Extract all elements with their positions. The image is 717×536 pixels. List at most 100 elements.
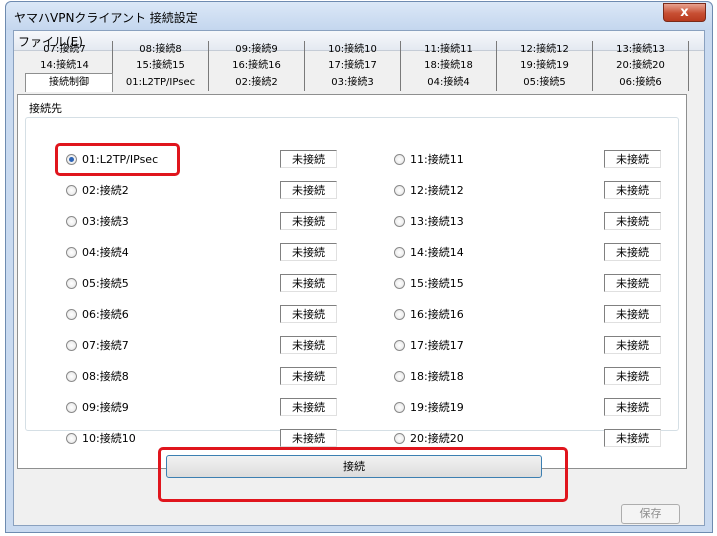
connection-label: 08:接続8 [82, 370, 129, 383]
tab-08[interactable]: 08:接続8 [113, 41, 209, 58]
connection-option[interactable]: 19:接続19 [394, 399, 464, 415]
radio-button[interactable] [66, 339, 77, 351]
connection-status: 未接続 [604, 398, 661, 416]
connection-label: 10:接続10 [82, 432, 136, 445]
tab-12[interactable]: 12:接続12 [497, 41, 593, 58]
tab-05[interactable]: 05:接続5 [497, 74, 593, 91]
tab-15[interactable]: 15:接続15 [113, 57, 209, 74]
tab-06[interactable]: 06:接続6 [593, 74, 689, 91]
connection-status: 未接続 [604, 367, 661, 385]
tab-07[interactable]: 07:接続7 [17, 41, 113, 58]
connection-label: 07:接続7 [82, 339, 129, 352]
connection-label: 20:接続20 [410, 432, 464, 445]
connection-status: 未接続 [280, 336, 337, 354]
highlight-connect-button [158, 447, 568, 502]
connection-label: 02:接続2 [82, 184, 129, 197]
tab-19[interactable]: 19:接続19 [497, 57, 593, 74]
radio-button[interactable] [394, 184, 405, 196]
connection-status: 未接続 [604, 429, 661, 447]
connection-option[interactable]: 13:接続13 [394, 213, 464, 229]
connection-label: 19:接続19 [410, 401, 464, 414]
connection-option[interactable]: 20:接続20 [394, 430, 464, 446]
connection-option[interactable]: 05:接続5 [66, 275, 129, 291]
connection-label: 06:接続6 [82, 308, 129, 321]
connection-option[interactable]: 02:接続2 [66, 182, 129, 198]
connection-label: 03:接続3 [82, 215, 129, 228]
connection-label: 16:接続16 [410, 308, 464, 321]
connection-label: 17:接続17 [410, 339, 464, 352]
connection-option[interactable]: 03:接続3 [66, 213, 129, 229]
connection-option[interactable]: 18:接続18 [394, 368, 464, 384]
connection-status: 未接続 [280, 367, 337, 385]
connection-label: 09:接続9 [82, 401, 129, 414]
window-title: ヤマハVPNクライアント 接続設定 [14, 11, 198, 25]
connection-label: 14:接続14 [410, 246, 464, 259]
connection-option[interactable]: 17:接続17 [394, 337, 464, 353]
destination-group-label: 接続先 [29, 100, 62, 116]
connection-option[interactable]: 07:接続7 [66, 337, 129, 353]
tab-20[interactable]: 20:接続20 [593, 57, 689, 74]
radio-button[interactable] [394, 401, 405, 413]
connection-status: 未接続 [604, 212, 661, 230]
radio-button[interactable] [394, 339, 405, 351]
connection-status: 未接続 [604, 336, 661, 354]
connection-label: 18:接続18 [410, 370, 464, 383]
radio-button[interactable] [66, 432, 77, 444]
radio-button[interactable] [394, 246, 405, 258]
tab-04[interactable]: 04:接続4 [401, 74, 497, 91]
radio-button[interactable] [394, 153, 405, 165]
tab-strip: 07:接続7 08:接続8 09:接続9 10:接続10 11:接続11 12:接続12 1… [17, 41, 689, 98]
connection-label: 11:接続11 [410, 153, 464, 166]
connection-option[interactable]: 12:接続12 [394, 182, 464, 198]
tab-02[interactable]: 02:接続2 [209, 74, 305, 91]
connection-status: 未接続 [280, 398, 337, 416]
radio-button[interactable] [66, 370, 77, 382]
radio-button[interactable] [66, 246, 77, 258]
connection-label: 13:接続13 [410, 215, 464, 228]
connection-status: 未接続 [604, 274, 661, 292]
radio-button[interactable] [66, 215, 77, 227]
highlight-selected-connection [55, 143, 180, 176]
tab-11[interactable]: 11:接続11 [401, 41, 497, 58]
connection-status: 未接続 [280, 305, 337, 323]
radio-button[interactable] [66, 401, 77, 413]
title-bar[interactable]: ヤマハVPNクライアント 接続設定 x [6, 2, 712, 30]
connection-option[interactable]: 06:接続6 [66, 306, 129, 322]
connection-status: 未接続 [280, 212, 337, 230]
connection-option[interactable]: 10:接続10 [66, 430, 136, 446]
radio-button[interactable] [394, 308, 405, 320]
tab-17[interactable]: 17:接続17 [305, 57, 401, 74]
connection-status: 未接続 [280, 181, 337, 199]
save-button[interactable]: 保存 [621, 504, 680, 524]
connection-option[interactable]: 09:接続9 [66, 399, 129, 415]
connection-option[interactable]: 14:接続14 [394, 244, 464, 260]
connection-option[interactable]: 16:接続16 [394, 306, 464, 322]
connection-status: 未接続 [604, 305, 661, 323]
connection-option[interactable]: 15:接続15 [394, 275, 464, 291]
tab-14[interactable]: 14:接続14 [17, 57, 113, 74]
connection-label: 12:接続12 [410, 184, 464, 197]
connection-status: 未接続 [604, 150, 661, 168]
tab-10[interactable]: 10:接続10 [305, 41, 401, 58]
tab-09[interactable]: 09:接続9 [209, 41, 305, 58]
tab-connection-control[interactable]: 接続制御 [25, 73, 113, 92]
tab-03[interactable]: 03:接続3 [305, 74, 401, 91]
connection-status: 未接続 [604, 243, 661, 261]
radio-button[interactable] [394, 215, 405, 227]
radio-button[interactable] [66, 184, 77, 196]
connection-option[interactable]: 04:接続4 [66, 244, 129, 260]
tab-18[interactable]: 18:接続18 [401, 57, 497, 74]
radio-button[interactable] [66, 277, 77, 289]
radio-button[interactable] [66, 308, 77, 320]
tab-16[interactable]: 16:接続16 [209, 57, 305, 74]
radio-button[interactable] [394, 432, 405, 444]
tab-13[interactable]: 13:接続13 [593, 41, 689, 58]
connection-label: 05:接続5 [82, 277, 129, 290]
tab-01[interactable]: 01:L2TP/IPsec [113, 74, 209, 91]
radio-button[interactable] [394, 370, 405, 382]
connection-option[interactable]: 11:接続11 [394, 151, 464, 167]
close-button[interactable]: x [663, 3, 706, 22]
radio-button[interactable] [394, 277, 405, 289]
connection-option[interactable]: 08:接続8 [66, 368, 129, 384]
connection-status: 未接続 [604, 181, 661, 199]
